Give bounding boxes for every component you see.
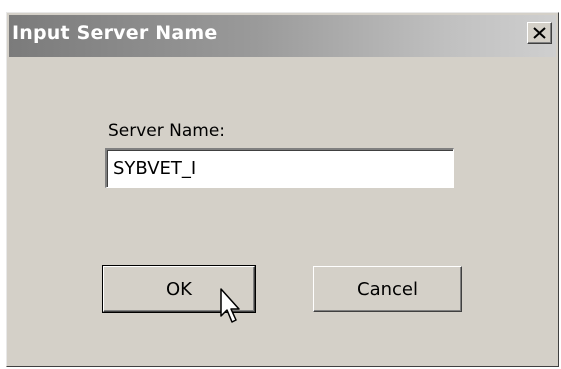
cancel-button-label: Cancel <box>357 278 418 300</box>
ok-button-label: OK <box>166 278 192 300</box>
title-bar[interactable]: Input Server Name <box>9 15 556 57</box>
dialog-title: Input Server Name <box>12 22 218 44</box>
ok-button[interactable]: OK <box>102 265 256 313</box>
close-button[interactable] <box>527 22 552 44</box>
close-icon <box>533 27 546 39</box>
server-name-input[interactable] <box>105 148 454 188</box>
input-server-name-dialog: Input Server Name Server Name: OK Cancel <box>6 12 559 367</box>
cancel-button[interactable]: Cancel <box>313 266 462 312</box>
server-name-label: Server Name: <box>108 121 226 141</box>
